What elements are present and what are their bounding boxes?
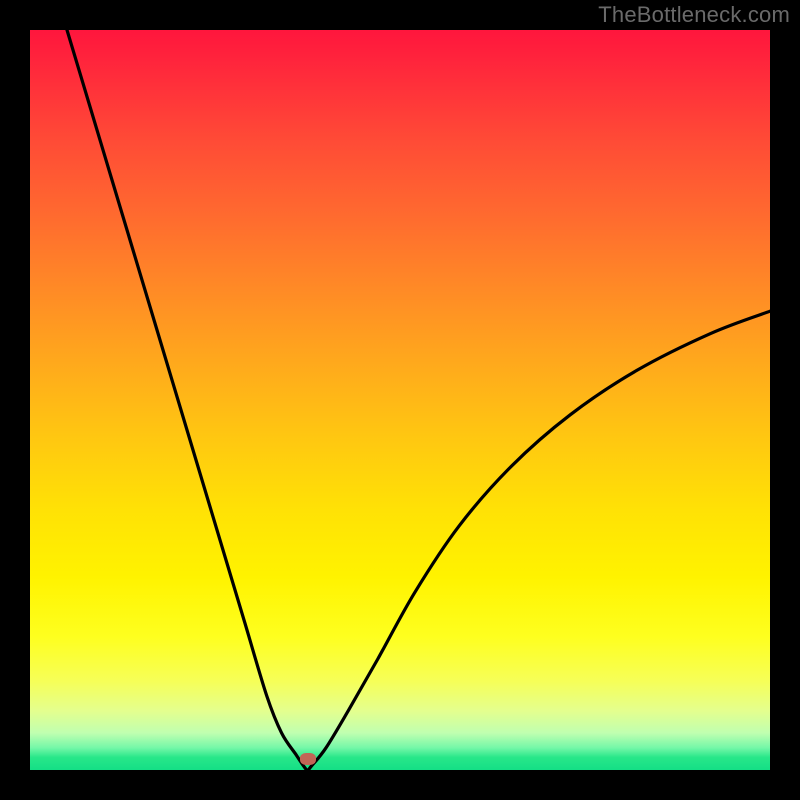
chart-frame: TheBottleneck.com [0, 0, 800, 800]
watermark-text: TheBottleneck.com [598, 2, 790, 28]
plot-area [30, 30, 770, 770]
background-gradient [30, 30, 770, 770]
optimum-marker [300, 753, 316, 765]
